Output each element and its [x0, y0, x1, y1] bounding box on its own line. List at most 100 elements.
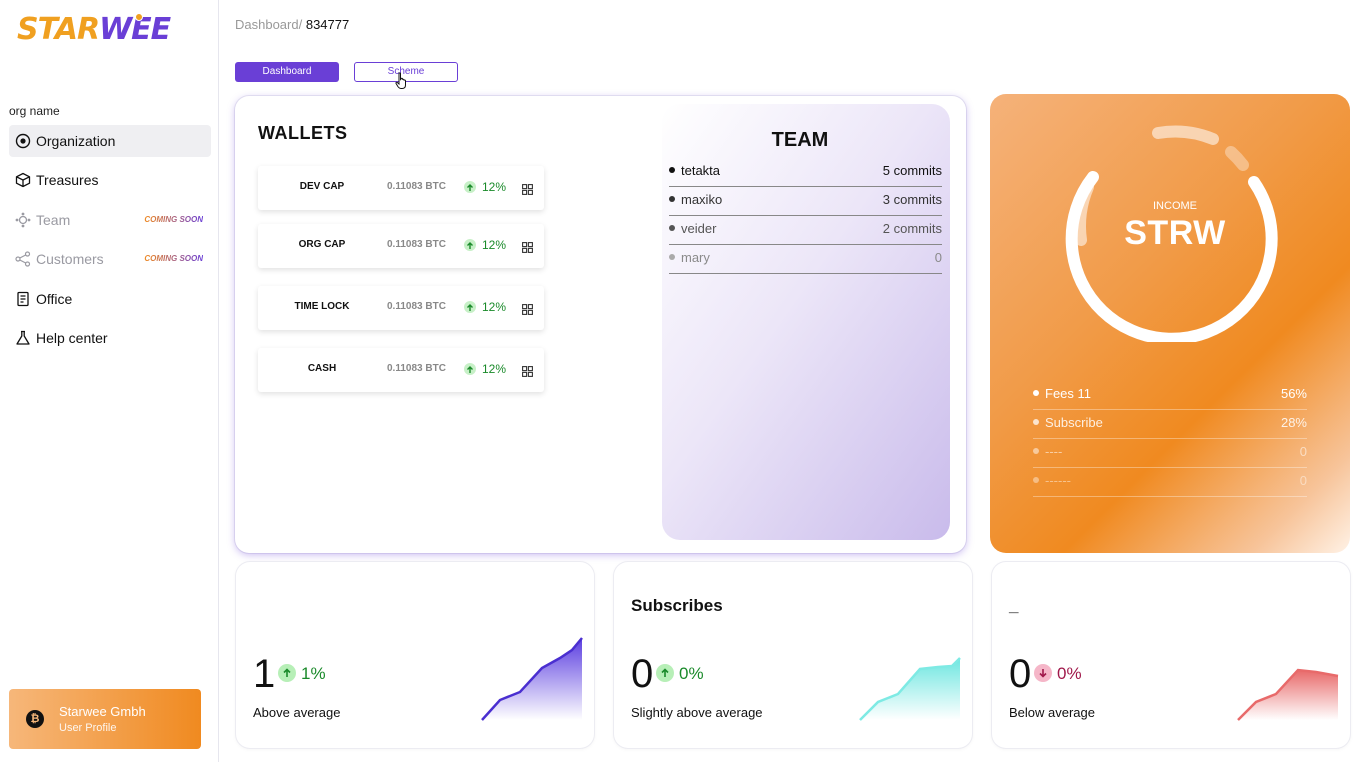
bullet-icon	[669, 167, 675, 173]
cube-icon	[15, 172, 31, 188]
sidebar-item-office[interactable]: Office	[9, 283, 211, 315]
income-value: STRW	[1124, 214, 1226, 252]
wallets-title: WALLETS	[258, 123, 348, 143]
income-row: ---- 0	[1033, 439, 1307, 468]
user-profile-card[interactable]: ₿ Starwee Gmbh User Profile	[9, 689, 201, 749]
sidebar-nav: Organization Treasures Team COMING SOON	[9, 125, 211, 361]
stat-value: 0	[631, 652, 654, 696]
arrow-up-icon	[278, 664, 296, 682]
app-root: STARWEE org name Organization Treasures	[0, 0, 1361, 762]
org-name-label: org name	[9, 104, 60, 118]
stat-description: Slightly above average	[631, 705, 763, 720]
stat-card-average: 1 1% Above average	[236, 562, 594, 748]
grid-icon[interactable]	[522, 302, 533, 320]
income-row: ------ 0	[1033, 468, 1307, 497]
sidebar-item-label: Treasures	[36, 172, 99, 189]
member-commits: 3 commits	[882, 192, 942, 207]
sidebar-item-label: Help center	[36, 329, 108, 346]
bullet-icon	[1033, 390, 1039, 396]
wallet-value: 0.11083 BTC	[387, 363, 446, 374]
team-member-row[interactable]: maxiko 3 commits	[669, 187, 942, 216]
wallet-change: 12%	[482, 180, 507, 194]
bullet-icon	[1033, 448, 1039, 454]
sidebar-item-customers[interactable]: Customers COMING SOON	[9, 243, 211, 275]
wallet-change: 12%	[482, 238, 507, 252]
sidebar-item-label: Office	[36, 290, 73, 307]
starwee-logo[interactable]: STARWEE	[17, 12, 171, 47]
member-commits: 0	[934, 250, 942, 265]
wallet-change: 12%	[482, 300, 507, 314]
sidebar: STARWEE org name Organization Treasures	[0, 0, 219, 762]
coming-soon-badge: COMING SOON	[144, 214, 203, 224]
team-member-row[interactable]: mary 0	[669, 245, 942, 274]
wallet-row[interactable]: DEV CAP 0.11083 BTC 12%	[258, 166, 544, 210]
income-row-value: 0	[1299, 473, 1307, 488]
grid-icon[interactable]	[522, 364, 533, 382]
dashboard-button[interactable]: Dashboard	[235, 62, 339, 82]
arrow-up-icon	[464, 301, 476, 313]
target-icon	[15, 133, 31, 149]
wallet-value: 0.11083 BTC	[387, 181, 446, 192]
grid-icon[interactable]	[522, 240, 533, 258]
wallet-row[interactable]: CASH 0.11083 BTC 12%	[258, 348, 544, 392]
sparkline-chart	[859, 657, 961, 721]
stat-change: 1%	[301, 664, 326, 683]
arrow-up-icon	[464, 239, 476, 251]
arrow-down-icon	[1034, 664, 1052, 682]
wallets-team-card: WALLETS DEV CAP 0.11083 BTC 12% ORG CAP …	[235, 96, 966, 553]
share-icon	[15, 251, 31, 267]
wallet-name: DEV CAP	[299, 181, 345, 192]
logo-text-star: STAR	[17, 12, 100, 47]
team-member-row[interactable]: tetakta 5 commits	[669, 158, 942, 187]
arrow-up-icon	[656, 664, 674, 682]
sparkline-chart	[1237, 668, 1339, 721]
profile-role: User Profile	[59, 722, 117, 734]
stat-title: Subscribes	[631, 596, 723, 615]
income-row-value: 28%	[1280, 415, 1307, 430]
member-name: veider	[681, 221, 717, 236]
wallet-value: 0.11083 BTC	[387, 301, 446, 312]
sidebar-item-help-center[interactable]: Help center	[9, 322, 211, 354]
stat-card-subscribes: Subscribes 0 0% Slightly above average	[614, 562, 972, 748]
bullet-icon	[669, 225, 675, 231]
breadcrumb-root[interactable]: Dashboard/	[235, 17, 302, 32]
member-commits: 2 commits	[882, 221, 942, 236]
profile-name: Starwee Gmbh	[59, 704, 146, 719]
income-row-value: 0	[1299, 444, 1307, 459]
arrow-up-icon	[464, 181, 476, 193]
stat-value: 1	[253, 652, 276, 696]
sidebar-item-label: Team	[36, 211, 71, 228]
bullet-icon	[669, 254, 675, 260]
hand-cursor-icon	[395, 72, 406, 89]
member-commits: 5 commits	[882, 163, 942, 178]
flask-icon	[15, 330, 31, 346]
bullet-icon	[669, 196, 675, 202]
document-icon	[15, 291, 31, 307]
bullet-icon	[1033, 477, 1039, 483]
sparkline-chart	[481, 637, 583, 721]
stat-description: Below average	[1009, 705, 1095, 720]
income-row-label: Fees 11	[1045, 386, 1092, 401]
team-member-row[interactable]: veider 2 commits	[669, 216, 942, 245]
member-name: tetakta	[681, 163, 721, 178]
member-name: maxiko	[681, 192, 723, 207]
wallet-name: ORG CAP	[298, 239, 346, 250]
sidebar-item-team[interactable]: Team COMING SOON	[9, 204, 211, 236]
sidebar-item-organization[interactable]: Organization	[9, 125, 211, 157]
income-row: Subscribe 28%	[1033, 410, 1307, 439]
stat-change: 0%	[1057, 664, 1082, 683]
team-panel: TEAM tetakta 5 commits maxiko 3 commits …	[662, 104, 950, 540]
sidebar-item-treasures[interactable]: Treasures	[9, 164, 211, 196]
team-title: TEAM	[771, 129, 829, 151]
wallet-change: 12%	[482, 362, 507, 376]
grid-icon[interactable]	[522, 182, 533, 200]
income-row-value: 56%	[1280, 386, 1307, 401]
breadcrumb: Dashboard/ 834777	[235, 17, 349, 32]
wallet-row[interactable]: ORG CAP 0.11083 BTC 12%	[258, 224, 544, 268]
stat-change: 0%	[679, 664, 704, 683]
stat-value: 0	[1009, 652, 1032, 696]
wallet-row[interactable]: TIME LOCK 0.11083 BTC 12%	[258, 286, 544, 330]
wallet-name: TIME LOCK	[294, 301, 350, 312]
sidebar-item-label: Customers	[36, 251, 104, 268]
arrow-up-icon	[464, 363, 476, 375]
